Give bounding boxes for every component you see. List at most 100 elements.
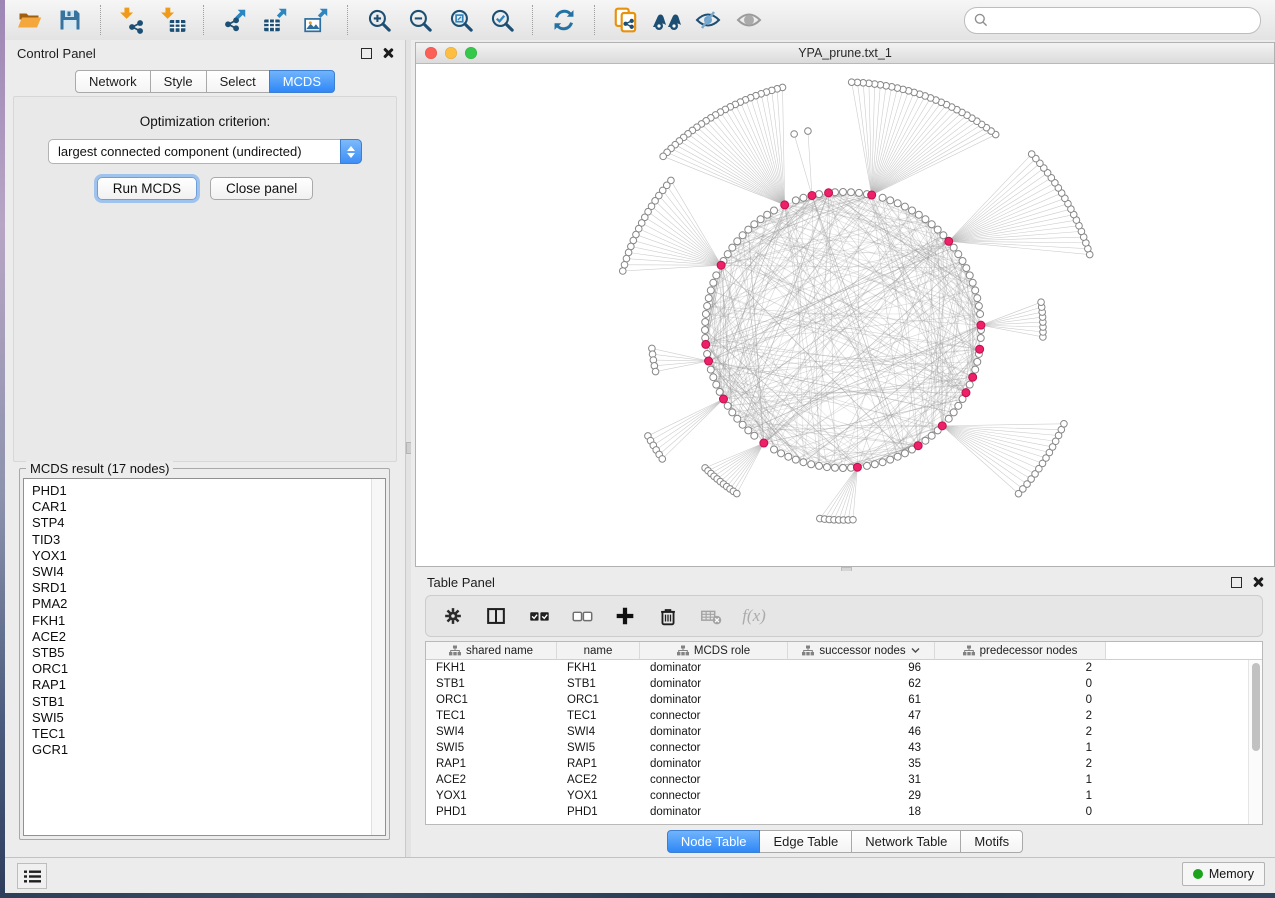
- result-node[interactable]: YOX1: [24, 548, 385, 564]
- cell-MCDS-role: connector: [640, 772, 788, 788]
- run-mcds-button[interactable]: Run MCDS: [97, 177, 197, 200]
- table-scrollbar-thumb[interactable]: [1252, 663, 1260, 751]
- close-panel-icon[interactable]: [382, 48, 393, 59]
- table-row[interactable]: ACE2ACE2connector311: [426, 772, 1262, 788]
- search-network-icon[interactable]: [651, 5, 683, 35]
- result-node[interactable]: SWI5: [24, 710, 385, 726]
- table-row[interactable]: STB1STB1dominator620: [426, 676, 1262, 692]
- show-graphics-details-icon[interactable]: [733, 5, 765, 35]
- toolbar-separator: [532, 5, 534, 35]
- add-column-icon[interactable]: [612, 603, 638, 629]
- tab-select[interactable]: Select: [206, 70, 270, 93]
- result-node[interactable]: FKH1: [24, 613, 385, 629]
- cell-successor-nodes: 46: [788, 724, 935, 740]
- result-node[interactable]: PMA2: [24, 596, 385, 612]
- zoom-in-icon[interactable]: [363, 5, 395, 35]
- result-node[interactable]: GCR1: [24, 742, 385, 758]
- table-row[interactable]: RAP1RAP1dominator352: [426, 756, 1262, 772]
- result-node[interactable]: ACE2: [24, 629, 385, 645]
- cell-MCDS-role: dominator: [640, 660, 788, 676]
- refresh-view-icon[interactable]: [548, 5, 580, 35]
- cell-predecessor-nodes: 2: [935, 708, 1106, 724]
- memory-button[interactable]: Memory: [1182, 862, 1265, 886]
- network-canvas[interactable]: [416, 64, 1274, 566]
- export-network-icon[interactable]: [219, 5, 251, 35]
- criterion-selected-value: largest connected component (undirected): [49, 144, 302, 159]
- zoom-fit-icon[interactable]: [445, 5, 477, 35]
- cell-MCDS-role: dominator: [640, 756, 788, 772]
- import-table-icon[interactable]: [157, 5, 189, 35]
- tab-mcds[interactable]: MCDS: [269, 70, 335, 93]
- select-all-rows-icon[interactable]: [526, 603, 552, 629]
- save-session-icon[interactable]: [54, 5, 86, 35]
- tab-style[interactable]: Style: [150, 70, 207, 93]
- result-node[interactable]: TEC1: [24, 726, 385, 742]
- delete-selected-icon[interactable]: [655, 603, 681, 629]
- clone-network-icon[interactable]: [610, 5, 642, 35]
- optimization-criterion-select[interactable]: largest connected component (undirected): [48, 139, 362, 164]
- float-panel-icon[interactable]: [361, 48, 372, 59]
- result-node[interactable]: SRD1: [24, 580, 385, 596]
- table-row[interactable]: YOX1YOX1connector291: [426, 788, 1262, 804]
- result-node[interactable]: TID3: [24, 532, 385, 548]
- cell-successor-nodes: 43: [788, 740, 935, 756]
- float-table-panel-icon[interactable]: [1231, 577, 1242, 588]
- hide-graphics-details-icon[interactable]: [692, 5, 724, 35]
- import-network-icon[interactable]: [116, 5, 148, 35]
- result-node[interactable]: STP4: [24, 515, 385, 531]
- cell-MCDS-role: connector: [640, 740, 788, 756]
- table-settings-icon[interactable]: [440, 603, 466, 629]
- result-node[interactable]: PHD1: [24, 483, 385, 499]
- zoom-out-icon[interactable]: [404, 5, 436, 35]
- open-session-icon[interactable]: [13, 5, 45, 35]
- cell-name: YOX1: [557, 788, 640, 804]
- table-scrollbar[interactable]: [1248, 660, 1262, 824]
- task-history-button[interactable]: [17, 863, 47, 889]
- mcds-result-group: MCDS result (17 nodes) PHD1CAR1STP4TID3Y…: [19, 468, 390, 840]
- zoom-selected-icon[interactable]: [486, 5, 518, 35]
- cell-predecessor-nodes: 0: [935, 676, 1106, 692]
- tab-network[interactable]: Network: [75, 70, 151, 93]
- table-row[interactable]: ORC1ORC1dominator610: [426, 692, 1262, 708]
- column-header-successor-nodes[interactable]: successor nodes: [788, 642, 935, 660]
- column-header-shared-name[interactable]: shared name: [426, 642, 557, 660]
- control-panel: Control Panel NetworkStyleSelectMCDS Opt…: [5, 40, 405, 858]
- column-header-predecessor-nodes[interactable]: predecessor nodes: [935, 642, 1106, 660]
- export-table-icon[interactable]: [260, 5, 292, 35]
- result-list-scrollbar[interactable]: [371, 479, 385, 835]
- function-builder-icon: f(x): [741, 603, 767, 629]
- result-node[interactable]: STB1: [24, 694, 385, 710]
- result-node[interactable]: CAR1: [24, 499, 385, 515]
- split-table-view-icon[interactable]: [483, 603, 509, 629]
- tab-motifs[interactable]: Motifs: [960, 830, 1023, 853]
- tab-edge-table[interactable]: Edge Table: [759, 830, 852, 853]
- table-row[interactable]: PHD1PHD1dominator180: [426, 804, 1262, 820]
- cell-predecessor-nodes: 2: [935, 660, 1106, 676]
- result-node[interactable]: SWI4: [24, 564, 385, 580]
- deselect-all-rows-icon[interactable]: [569, 603, 595, 629]
- toolbar-separator: [100, 5, 102, 35]
- export-image-icon[interactable]: [301, 5, 333, 35]
- network-window-titlebar[interactable]: YPA_prune.txt_1: [416, 43, 1274, 64]
- global-search-field[interactable]: [964, 7, 1261, 34]
- tab-node-table[interactable]: Node Table: [667, 830, 761, 853]
- node-table[interactable]: shared namenameMCDS rolesuccessor nodesp…: [425, 641, 1263, 825]
- column-header-MCDS-role[interactable]: MCDS role: [640, 642, 788, 660]
- table-row[interactable]: TEC1TEC1connector472: [426, 708, 1262, 724]
- mcds-result-list[interactable]: PHD1CAR1STP4TID3YOX1SWI4SRD1PMA2FKH1ACE2…: [23, 478, 386, 836]
- close-panel-button[interactable]: Close panel: [210, 177, 313, 200]
- cell-shared-name: RAP1: [426, 756, 557, 772]
- result-node[interactable]: STB5: [24, 645, 385, 661]
- tab-network-table[interactable]: Network Table: [851, 830, 961, 853]
- search-input[interactable]: [994, 10, 1250, 30]
- column-header-name[interactable]: name: [557, 642, 640, 660]
- table-toolbar: f(x): [425, 595, 1263, 637]
- cytoscape-window: Control Panel NetworkStyleSelectMCDS Opt…: [5, 0, 1275, 893]
- result-node[interactable]: ORC1: [24, 661, 385, 677]
- cell-MCDS-role: connector: [640, 708, 788, 724]
- result-node[interactable]: RAP1: [24, 677, 385, 693]
- close-table-panel-icon[interactable]: [1252, 577, 1263, 588]
- table-row[interactable]: FKH1FKH1dominator962: [426, 660, 1262, 676]
- table-row[interactable]: SWI4SWI4dominator462: [426, 724, 1262, 740]
- table-row[interactable]: SWI5SWI5connector431: [426, 740, 1262, 756]
